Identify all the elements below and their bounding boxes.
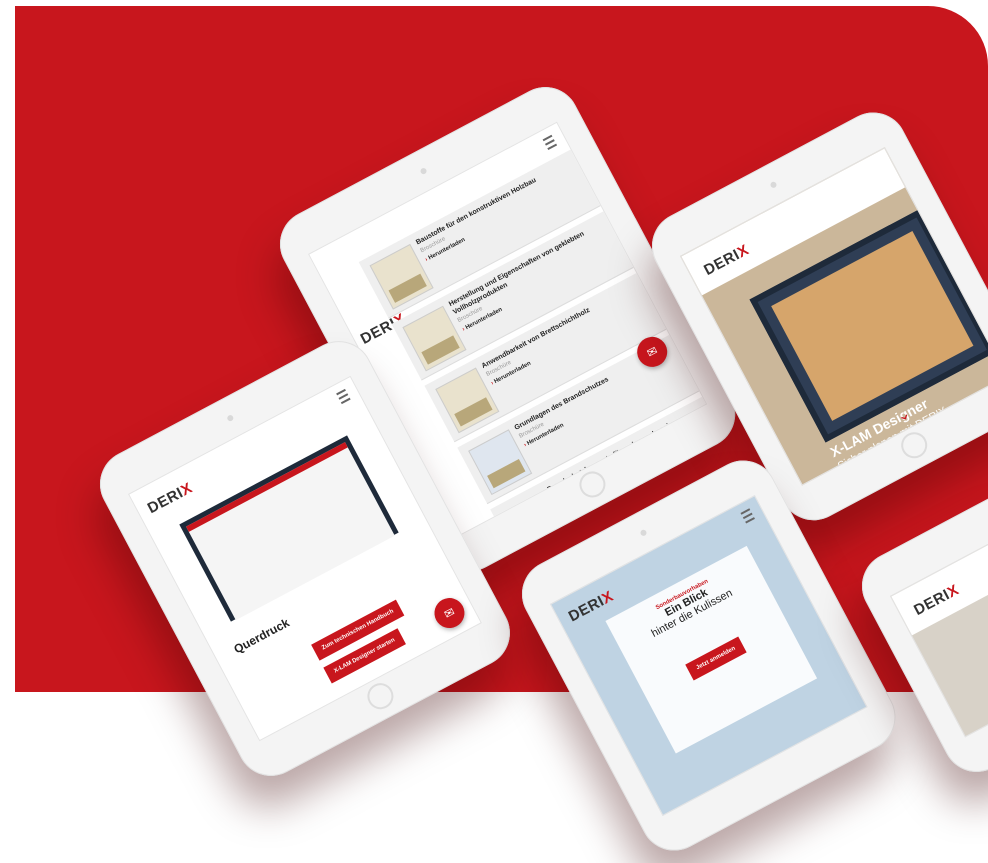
home-button — [574, 466, 611, 503]
preview-content — [186, 442, 395, 621]
menu-icon[interactable] — [336, 388, 351, 405]
derix-logo: DERIX — [144, 479, 196, 518]
derix-logo: DERIX — [701, 241, 752, 280]
page-title: Querdruck — [231, 615, 292, 657]
home-button — [362, 678, 399, 714]
camera-dot — [639, 528, 648, 537]
home-button — [896, 427, 932, 463]
corner-screen: DERIX — [889, 524, 988, 738]
item-title: Baustoffe für den konstruktiven Holzbau — [414, 176, 538, 247]
header-bar: DERIX — [891, 526, 988, 636]
wood-panel — [771, 230, 974, 421]
brochure-thumbnail — [369, 243, 434, 310]
title: Ein Blick — [663, 586, 710, 620]
menu-icon[interactable] — [740, 508, 755, 524]
menu-icon[interactable] — [542, 134, 558, 151]
register-button[interactable]: Jetzt anmelden — [685, 636, 747, 681]
camera-dot — [226, 414, 235, 423]
screenshot-preview — [179, 435, 399, 622]
derix-logo: DERIX — [911, 581, 962, 620]
info-card: Sonderbauvorhaben Ein Blick hinter die K… — [605, 545, 818, 754]
camera-dot — [769, 180, 778, 189]
brochure-thumbnail — [435, 367, 500, 434]
brochure-thumbnail — [468, 429, 533, 496]
camera-dot — [419, 167, 428, 176]
brochure-thumbnail — [500, 491, 566, 537]
